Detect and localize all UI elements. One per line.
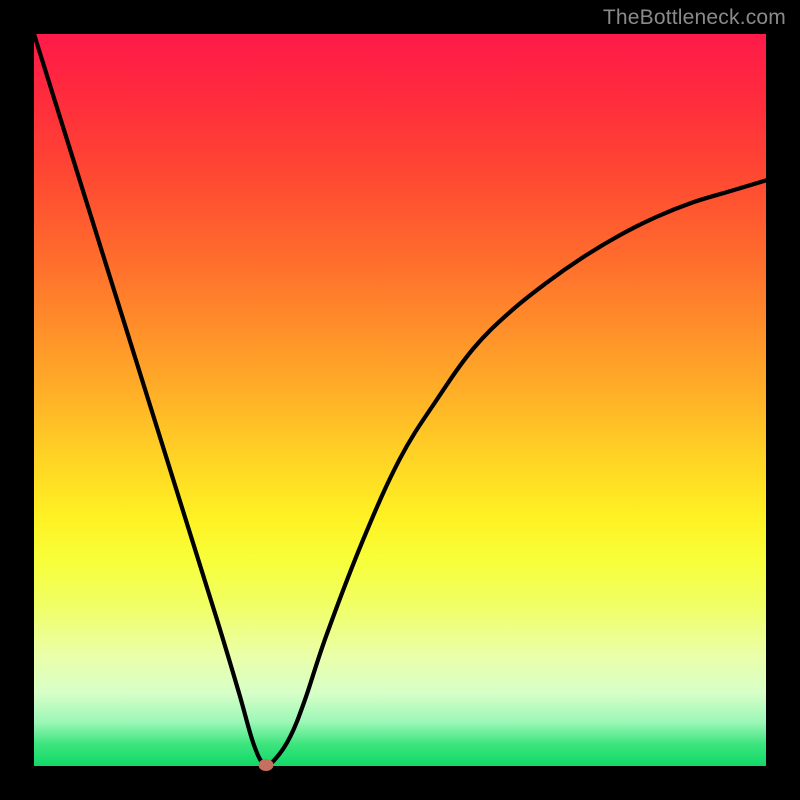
watermark-text: TheBottleneck.com <box>603 6 786 30</box>
chart-frame: TheBottleneck.com <box>0 0 800 800</box>
optimal-point-marker <box>259 759 274 771</box>
plot-area <box>34 34 766 766</box>
bottleneck-curve <box>34 34 766 766</box>
